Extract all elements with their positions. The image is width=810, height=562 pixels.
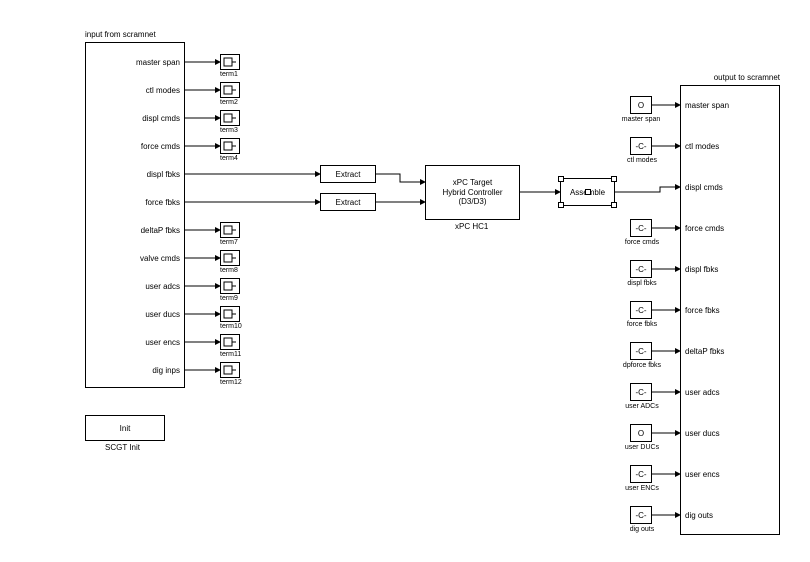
out-port-master-span: master span <box>685 101 729 110</box>
out-port-dig-outs: dig outs <box>685 511 713 520</box>
src-label-user-ducs: user DUCs <box>618 444 666 451</box>
out-port-user-adcs: user adcs <box>685 388 720 397</box>
src-user-adcs[interactable]: -C- <box>630 383 652 401</box>
in-port-master-span: master span <box>136 58 180 67</box>
terminator-label-term2: term2 <box>220 99 238 106</box>
extract-block-1[interactable]: Extract <box>320 165 376 183</box>
terminator-label-term7: term7 <box>220 239 238 246</box>
terminator-term2[interactable] <box>220 82 240 98</box>
input-subsystem-title: input from scramnet <box>85 30 156 39</box>
src-label-dpforce-fbks: dpforce fbks <box>615 362 669 369</box>
in-port-user-ducs: user ducs <box>145 310 180 319</box>
terminator-label-term8: term8 <box>220 267 238 274</box>
src-label-user-encs: user ENCs <box>618 485 666 492</box>
output-subsystem-title: output to scramnet <box>714 73 780 82</box>
assemble-label: Assemble <box>570 188 605 197</box>
out-port-user-ducs: user ducs <box>685 429 720 438</box>
xpc-line3: (D3/D3) <box>458 197 486 207</box>
xpc-line1: xPC Target <box>453 178 492 188</box>
in-port-deltap-fbks: deltaP fbks <box>141 226 180 235</box>
in-port-dig-inps: dig inps <box>152 366 180 375</box>
in-port-valve-cmds: valve cmds <box>140 254 180 263</box>
src-dpforce-fbks[interactable]: -C- <box>630 342 652 360</box>
in-port-displ-cmds: displ cmds <box>142 114 180 123</box>
terminator-term10[interactable] <box>220 306 240 322</box>
scgt-init-block[interactable]: Init <box>85 415 165 441</box>
terminator-label-term10: term10 <box>220 323 242 330</box>
terminator-term8[interactable] <box>220 250 240 266</box>
in-port-force-cmds: force cmds <box>141 142 180 151</box>
src-label-master-span: master span <box>617 116 665 123</box>
in-port-user-encs: user encs <box>145 338 180 347</box>
in-port-user-adcs: user adcs <box>145 282 180 291</box>
src-label-user-adcs: user ADCs <box>618 403 666 410</box>
terminator-term1[interactable] <box>220 54 240 70</box>
terminator-label-term9: term9 <box>220 295 238 302</box>
terminator-term9[interactable] <box>220 278 240 294</box>
terminator-term12[interactable] <box>220 362 240 378</box>
out-port-deltap-fbks: deltaP fbks <box>685 347 724 356</box>
terminator-label-term3: term3 <box>220 127 238 134</box>
input-subsystem-block[interactable]: master span ctl modes displ cmds force c… <box>85 42 185 388</box>
terminator-term7[interactable] <box>220 222 240 238</box>
src-force-fbks[interactable]: -C- <box>630 301 652 319</box>
out-port-force-fbks: force fbks <box>685 306 720 315</box>
scgt-below-label: SCGT Init <box>105 443 140 452</box>
in-port-displ-fbks: displ fbks <box>147 170 180 179</box>
in-port-ctl-modes: ctl modes <box>146 86 180 95</box>
src-force-cmds[interactable]: -C- <box>630 219 652 237</box>
terminator-term4[interactable] <box>220 138 240 154</box>
output-subsystem-block[interactable]: master span ctl modes displ cmds force c… <box>680 85 780 535</box>
xpc-target-controller-block[interactable]: xPC Target Hybrid Controller (D3/D3) <box>425 165 520 220</box>
src-user-encs[interactable]: -C- <box>630 465 652 483</box>
out-port-displ-fbks: displ fbks <box>685 265 718 274</box>
src-master-span[interactable]: O <box>630 96 652 114</box>
src-label-force-fbks: force fbks <box>622 321 662 328</box>
src-displ-fbks[interactable]: -C- <box>630 260 652 278</box>
terminator-label-term11: term11 <box>220 351 241 358</box>
terminator-label-term4: term4 <box>220 155 238 162</box>
xpc-below-label: xPC HC1 <box>455 222 488 231</box>
out-port-ctl-modes: ctl modes <box>685 142 719 151</box>
in-port-force-fbks: force fbks <box>145 198 180 207</box>
terminator-label-term12: term12 <box>220 379 242 386</box>
terminator-label-term1: term1 <box>220 71 238 78</box>
src-label-displ-fbks: displ fbks <box>622 280 662 287</box>
terminator-term3[interactable] <box>220 110 240 126</box>
src-ctl-modes[interactable]: -C- <box>630 137 652 155</box>
src-label-dig-outs: dig outs <box>624 526 660 533</box>
assemble-block[interactable]: Assemble <box>560 178 615 206</box>
out-port-force-cmds: force cmds <box>685 224 724 233</box>
extract-block-2[interactable]: Extract <box>320 193 376 211</box>
terminator-term11[interactable] <box>220 334 240 350</box>
xpc-line2: Hybrid Controller <box>442 188 502 198</box>
src-user-ducs[interactable]: O <box>630 424 652 442</box>
out-port-displ-cmds: displ cmds <box>685 183 723 192</box>
src-label-force-cmds: force cmds <box>618 239 666 246</box>
src-label-ctl-modes: ctl modes <box>622 157 662 164</box>
src-dig-outs[interactable]: -C- <box>630 506 652 524</box>
out-port-user-encs: user encs <box>685 470 720 479</box>
